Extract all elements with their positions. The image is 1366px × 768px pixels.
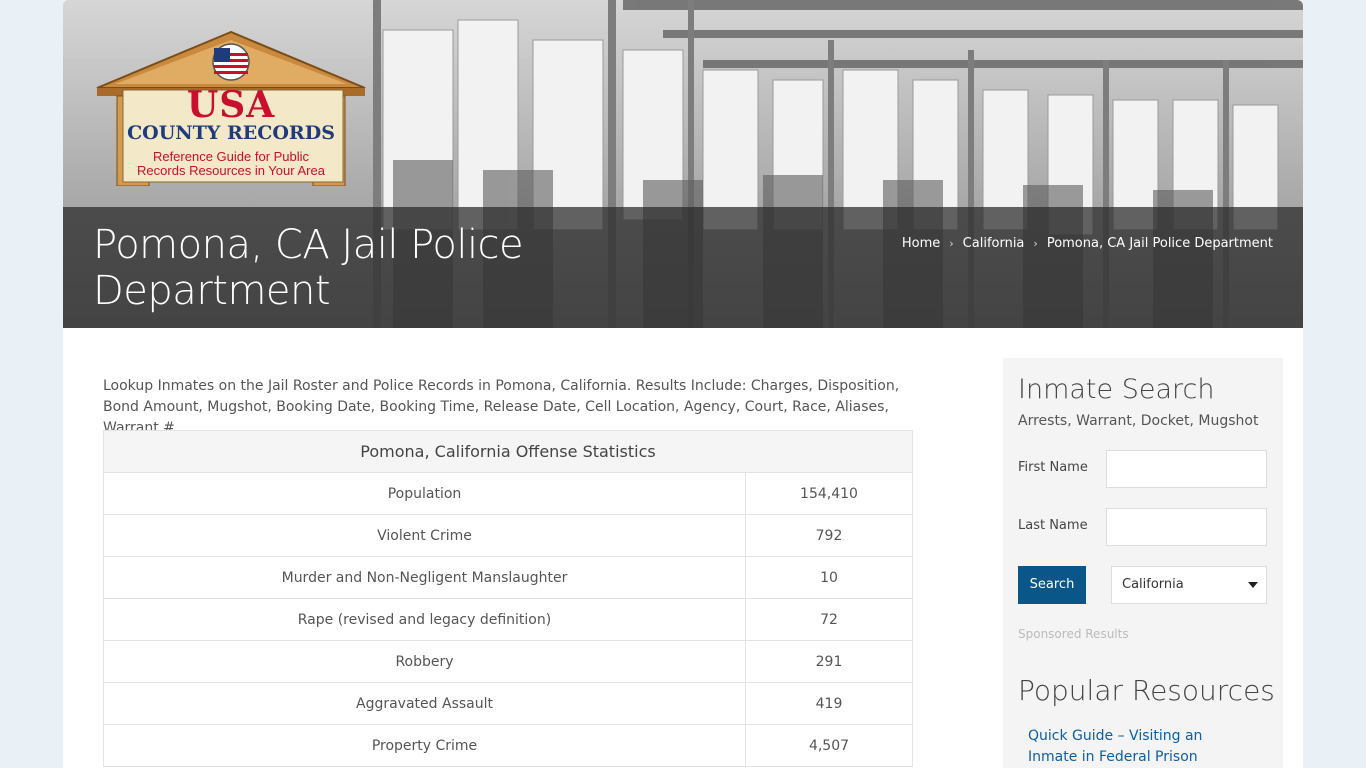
row-value: 72 [745, 598, 913, 641]
popular-resource-link[interactable]: Quick Guide – Visiting an Inmate in Fede… [1028, 726, 1228, 768]
table-row: Population 154,410 [103, 472, 913, 515]
page-title: Pomona, CA Jail Police Department [93, 222, 524, 314]
first-name-field[interactable] [1106, 450, 1267, 488]
state-select[interactable]: California [1111, 566, 1267, 604]
popular-resources-title: Popular Resources [1018, 674, 1275, 707]
breadcrumb-california[interactable]: California [963, 236, 1025, 251]
first-name-label: First Name [1018, 460, 1088, 475]
logo-usa-text: USA [186, 84, 276, 126]
state-select-value: California [1122, 577, 1184, 592]
table-title: Pomona, California Offense Statistics [103, 430, 913, 473]
table-row: Robbery 291 [103, 640, 913, 683]
row-label: Aggravated Assault [103, 682, 746, 725]
breadcrumb-home[interactable]: Home [902, 236, 940, 251]
row-value: 792 [745, 514, 913, 557]
caret-down-icon [1248, 582, 1258, 588]
logo-county-records-text: COUNTY RECORDS [127, 122, 335, 144]
row-label: Robbery [103, 640, 746, 683]
logo-tagline-1: Reference Guide for Public [152, 149, 310, 164]
last-name-label: Last Name [1018, 518, 1088, 533]
hero-banner: USA COUNTY RECORDS Reference Guide for P… [63, 0, 1303, 328]
row-label: Rape (revised and legacy definition) [103, 598, 746, 641]
chevron-right-icon: › [1033, 237, 1038, 250]
row-label: Population [103, 472, 746, 515]
last-name-field[interactable] [1106, 508, 1267, 546]
inmate-search-sidebar: Inmate Search Arrests, Warrant, Docket, … [1003, 358, 1283, 768]
row-label: Violent Crime [103, 514, 746, 557]
row-value: 4,507 [745, 724, 913, 767]
row-label: Murder and Non-Negligent Manslaughter [103, 556, 746, 599]
sponsored-results-label: Sponsored Results [1018, 627, 1129, 641]
table-row: Property Crime 4,507 [103, 724, 913, 767]
chevron-right-icon: › [949, 237, 954, 250]
inmate-search-subtitle: Arrests, Warrant, Docket, Mugshot [1018, 413, 1259, 429]
row-value: 154,410 [745, 472, 913, 515]
offense-statistics-table: Pomona, California Offense Statistics Po… [103, 430, 913, 767]
table-row: Murder and Non-Negligent Manslaughter 10 [103, 556, 913, 599]
row-value: 419 [745, 682, 913, 725]
breadcrumb: Home › California › Pomona, CA Jail Poli… [902, 236, 1273, 251]
site-logo[interactable]: USA COUNTY RECORDS Reference Guide for P… [93, 30, 369, 187]
breadcrumb-current: Pomona, CA Jail Police Department [1046, 236, 1273, 251]
inmate-search-title: Inmate Search [1018, 374, 1215, 405]
logo-tagline-2: Records Resources in Your Area [137, 163, 325, 178]
row-label: Property Crime [103, 724, 746, 767]
main-content: Lookup Inmates on the Jail Roster and Po… [63, 328, 1303, 768]
row-value: 291 [745, 640, 913, 683]
table-row: Aggravated Assault 419 [103, 682, 913, 725]
table-row: Rape (revised and legacy definition) 72 [103, 598, 913, 641]
row-value: 10 [745, 556, 913, 599]
table-row: Violent Crime 792 [103, 514, 913, 557]
search-button[interactable]: Search [1018, 566, 1086, 604]
